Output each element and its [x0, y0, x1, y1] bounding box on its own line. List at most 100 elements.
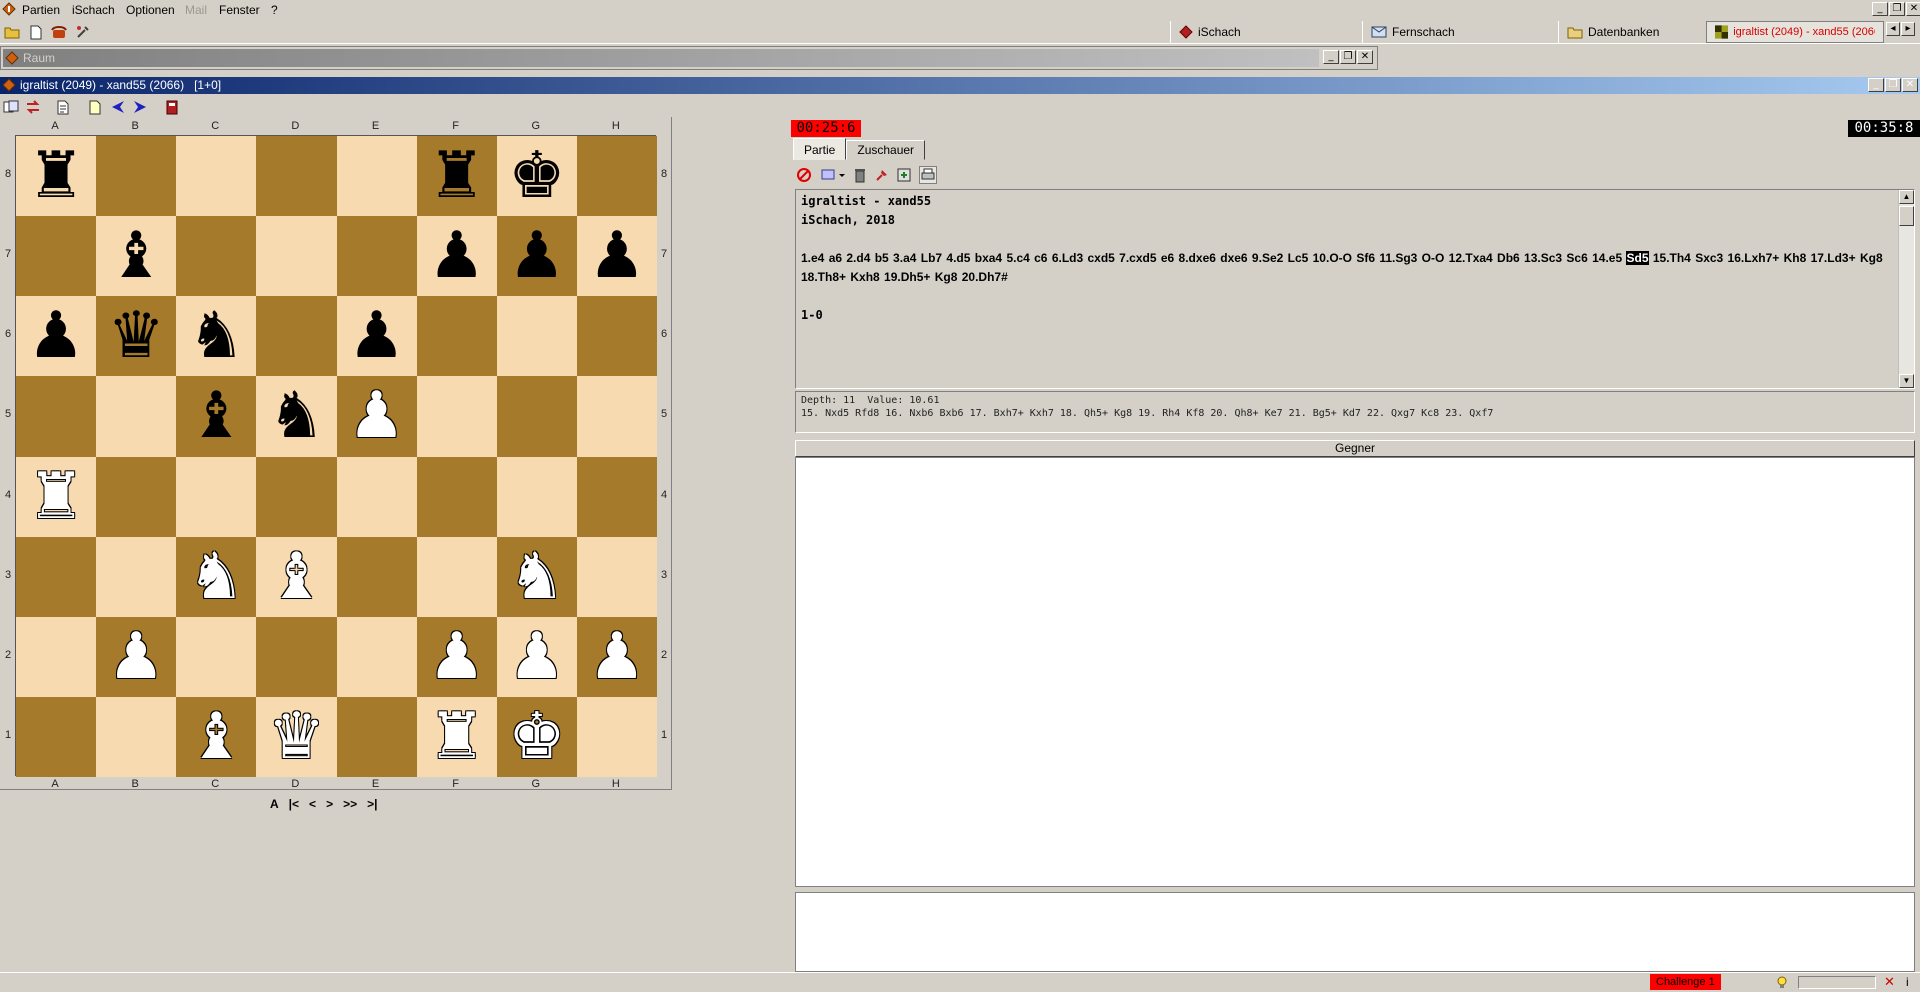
square-d7[interactable] — [256, 216, 337, 297]
nav-prev-button[interactable]: < — [309, 797, 316, 815]
menu-help[interactable]: ? — [271, 3, 278, 17]
tab-fernschach[interactable]: Fernschach — [1362, 21, 1463, 43]
arrow-back-icon[interactable] — [109, 98, 127, 116]
black-pawn-icon[interactable]: ♟ — [27, 304, 84, 368]
nav-fast-forward-button[interactable]: >> — [343, 797, 357, 815]
black-pawn-icon[interactable]: ♟ — [508, 224, 565, 288]
moves-before[interactable]: 1.e4 a6 2.d4 b5 3.a4 Lb7 4.d5 bxa4 5.c4 … — [801, 251, 1622, 265]
pin-icon[interactable] — [873, 166, 891, 184]
opponent-panel-header[interactable]: Gegner — [795, 440, 1915, 457]
black-knight-icon[interactable]: ♞ — [268, 384, 325, 448]
nav-last-button[interactable]: >| — [367, 797, 377, 815]
raum-title-bar[interactable]: Raum — [3, 49, 1319, 67]
menu-partien[interactable]: Partien — [22, 3, 60, 17]
close-icon[interactable]: ✕ — [1884, 975, 1895, 990]
black-rook-icon[interactable]: ♜ — [27, 144, 84, 208]
open-folder-icon[interactable] — [3, 23, 21, 41]
new-document-icon[interactable] — [27, 23, 45, 41]
square-b2[interactable]: ♟ — [96, 616, 177, 697]
game-window-title-bar[interactable]: igraltist (2049) - xand55 (2066) [1+0] _… — [0, 77, 1920, 94]
square-a4[interactable]: ♜ — [16, 456, 97, 537]
square-b8[interactable] — [96, 136, 177, 217]
white-knight-icon[interactable]: ♞ — [508, 545, 565, 609]
square-b6[interactable]: ♛ — [96, 296, 177, 377]
square-a2[interactable] — [16, 616, 97, 697]
square-d8[interactable] — [256, 136, 337, 217]
black-rook-icon[interactable]: ♜ — [428, 144, 485, 208]
square-f5[interactable] — [416, 376, 497, 457]
square-g1[interactable]: ♚ — [496, 696, 577, 777]
white-pawn-icon[interactable]: ♟ — [508, 625, 565, 689]
info-icon[interactable]: i — [1906, 975, 1909, 989]
restore-icon[interactable]: ❐ — [1340, 50, 1356, 64]
scroll-up-icon[interactable]: ▲ — [1899, 190, 1914, 204]
print-icon[interactable] — [919, 166, 937, 184]
white-rook-icon[interactable]: ♜ — [27, 465, 84, 529]
notation-scrollbar[interactable]: ▲ ▼ — [1898, 190, 1914, 388]
square-c5[interactable]: ♝ — [176, 376, 257, 457]
square-e3[interactable] — [336, 536, 417, 617]
settings-tool-icon[interactable] — [74, 23, 92, 41]
square-d3[interactable]: ♝ — [256, 536, 337, 617]
square-g7[interactable]: ♟ — [496, 216, 577, 297]
nav-next-button[interactable]: > — [326, 797, 333, 815]
square-b5[interactable] — [96, 376, 177, 457]
white-rook-icon[interactable]: ♜ — [428, 705, 485, 769]
flip-board-icon[interactable] — [24, 98, 42, 116]
square-a1[interactable] — [16, 696, 97, 777]
square-a8[interactable]: ♜ — [16, 136, 97, 217]
square-g2[interactable]: ♟ — [496, 616, 577, 697]
square-a7[interactable] — [16, 216, 97, 297]
minimize-icon[interactable]: _ — [1323, 50, 1339, 64]
black-bishop-icon[interactable]: ♝ — [108, 224, 165, 288]
black-pawn-icon[interactable]: ♟ — [428, 224, 485, 288]
square-e2[interactable] — [336, 616, 417, 697]
new-game-icon[interactable] — [86, 98, 104, 116]
square-b1[interactable] — [96, 696, 177, 777]
square-d4[interactable] — [256, 456, 337, 537]
white-bishop-icon[interactable]: ♝ — [268, 545, 325, 609]
white-king-icon[interactable]: ♚ — [508, 705, 565, 769]
engine-dropdown-icon[interactable] — [819, 166, 847, 184]
square-e6[interactable]: ♟ — [336, 296, 417, 377]
square-d2[interactable] — [256, 616, 337, 697]
arrow-forward-icon[interactable] — [131, 98, 149, 116]
square-g6[interactable] — [496, 296, 577, 377]
notation-document-icon[interactable] — [54, 98, 72, 116]
black-king-icon[interactable]: ♚ — [508, 144, 565, 208]
ischach-logo-icon[interactable] — [2, 2, 16, 16]
square-e1[interactable] — [336, 696, 417, 777]
square-b3[interactable] — [96, 536, 177, 617]
export-icon[interactable] — [895, 166, 913, 184]
telephone-icon[interactable] — [50, 23, 68, 41]
black-queen-icon[interactable]: ♛ — [108, 304, 165, 368]
square-f3[interactable] — [416, 536, 497, 617]
current-move[interactable]: Sd5 — [1626, 251, 1649, 265]
square-c2[interactable] — [176, 616, 257, 697]
tab-datenbanken[interactable]: Datenbanken — [1558, 21, 1667, 43]
square-a3[interactable] — [16, 536, 97, 617]
square-g5[interactable] — [496, 376, 577, 457]
white-bishop-icon[interactable]: ♝ — [188, 705, 245, 769]
square-d1[interactable]: ♛ — [256, 696, 337, 777]
white-knight-icon[interactable]: ♞ — [188, 545, 245, 609]
square-a6[interactable]: ♟ — [16, 296, 97, 377]
lightbulb-icon[interactable] — [1776, 976, 1788, 990]
white-pawn-icon[interactable]: ♟ — [588, 625, 645, 689]
square-g4[interactable] — [496, 456, 577, 537]
opponent-chat-area[interactable] — [795, 457, 1915, 887]
restore-icon[interactable]: ❐ — [1885, 78, 1901, 92]
square-b4[interactable] — [96, 456, 177, 537]
tab-current-game[interactable]: igraltist (2049) - xand55 (2066) — [1706, 21, 1884, 43]
square-h7[interactable]: ♟ — [576, 216, 657, 297]
close-icon[interactable]: ✕ — [1906, 2, 1920, 16]
square-f2[interactable]: ♟ — [416, 616, 497, 697]
square-a5[interactable] — [16, 376, 97, 457]
menu-fenster[interactable]: Fenster — [219, 3, 260, 17]
black-pawn-icon[interactable]: ♟ — [348, 304, 405, 368]
chess-clock-icon[interactable] — [163, 98, 181, 116]
square-g8[interactable]: ♚ — [496, 136, 577, 217]
stop-icon[interactable] — [795, 166, 813, 184]
move-list[interactable]: 1.e4 a6 2.d4 b5 3.a4 Lb7 4.d5 bxa4 5.c4 … — [801, 249, 1909, 287]
trash-icon[interactable] — [851, 166, 869, 184]
